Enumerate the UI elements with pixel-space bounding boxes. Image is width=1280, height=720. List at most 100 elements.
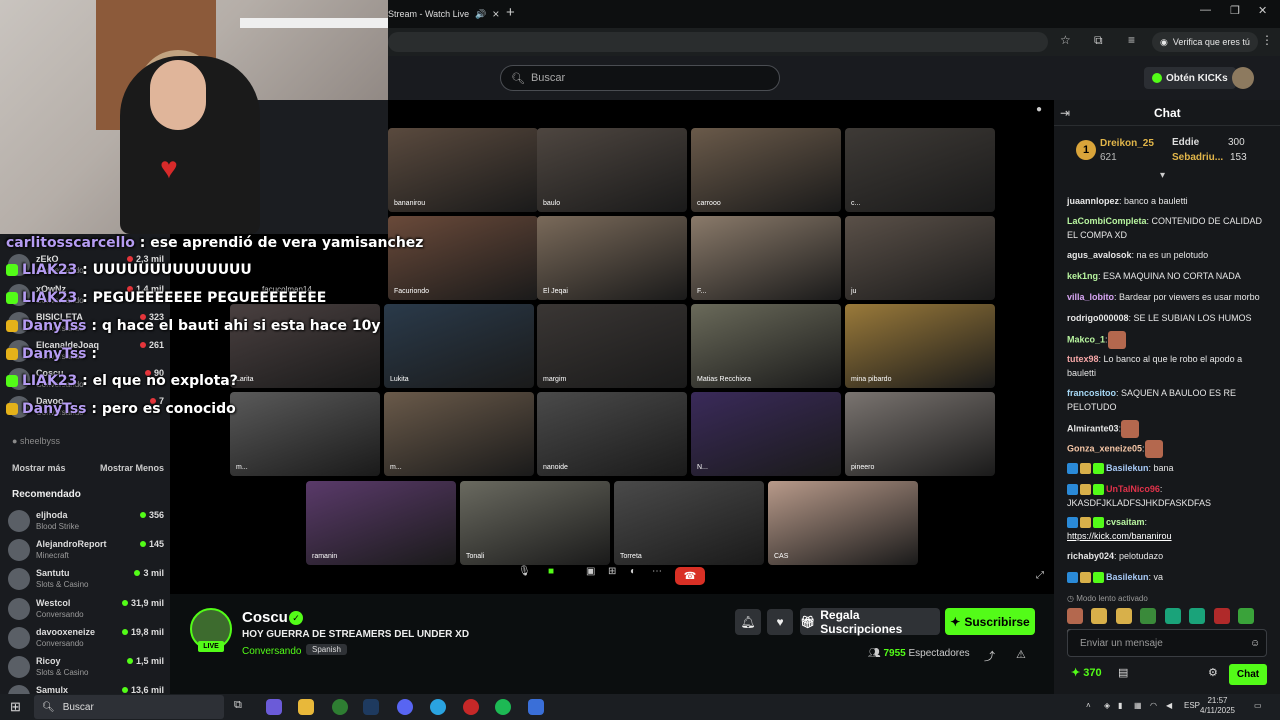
emote-icon[interactable] [1164,608,1181,624]
emote-icon[interactable] [1213,608,1230,624]
keyboard-language[interactable]: ESP [1184,701,1200,710]
chat-username[interactable]: LaCombiCompleta [1067,216,1147,226]
present-icon[interactable]: ▣ [586,566,595,577]
chat-link[interactable]: https://kick.com/bananirou [1067,531,1172,541]
recommended-channel[interactable]: Ricoy Slots & Casino 1,5 mil [8,654,164,682]
stream-category[interactable]: Conversando [242,646,301,657]
app-icon[interactable] [528,699,544,715]
participant-tile[interactable]: pineero [845,392,995,476]
copilot-icon[interactable] [266,699,282,715]
end-call-icon[interactable]: ☎ [675,567,705,585]
tray-mic-icon[interactable]: ▮ [1118,701,1122,710]
send-chat-button[interactable]: Chat [1229,664,1267,685]
chat-username[interactable]: cvsaitam [1106,517,1145,527]
effects-icon[interactable]: ◐ [630,566,636,577]
close-tab-icon[interactable]: × [492,7,499,21]
tray-volume-icon[interactable]: ◀ [1166,701,1172,710]
media-icon[interactable]: ≡ [1128,33,1135,47]
language-tag[interactable]: Spanish [306,644,347,655]
speaker-icon[interactable]: 🔊 [475,9,486,20]
share-icon[interactable]: ⤴ [984,648,995,664]
spotify-icon[interactable] [495,699,511,715]
user-avatar[interactable] [1232,67,1254,89]
task-view-icon[interactable]: ⧉ [234,699,242,712]
chat-username[interactable]: francositoo [1067,388,1116,398]
telegram-icon[interactable] [430,699,446,715]
chat-username[interactable]: richaby024 [1067,551,1114,561]
participant-tile[interactable]: baulo [537,128,687,212]
store-icon[interactable]: ▤ [1118,666,1128,679]
chat-username[interactable]: rodrigo000008 [1067,313,1129,323]
channel-points[interactable]: ✦ 370 [1071,666,1102,679]
recommended-channel[interactable]: davooxeneize Conversando 19,8 mil [8,625,164,653]
microphone-icon[interactable]: 🎙 [518,566,531,577]
participant-tile[interactable]: CAS [768,481,918,565]
chat-username[interactable]: tutex98 [1067,354,1099,364]
expand-leaderboard-icon[interactable]: ▾ [1160,170,1165,181]
steam-icon[interactable] [363,699,379,715]
participant-tile[interactable]: ramanin [306,481,456,565]
file-explorer-icon[interactable] [298,699,314,715]
close-window-icon[interactable]: ✕ [1258,4,1267,17]
participant-tile[interactable]: Torreta [614,481,764,565]
bookmark-star-icon[interactable]: ☆ [1060,33,1071,47]
tray-chevron-icon[interactable]: ˄ [1086,701,1091,710]
participant-tile[interactable]: nanoide [537,392,687,476]
chat-username[interactable]: agus_avalosok [1067,250,1132,260]
chat-username[interactable]: kek1ng [1067,271,1098,281]
collapse-chat-icon[interactable]: ⇥ [1060,106,1070,120]
participant-tile[interactable]: Tonali [460,481,610,565]
chat-bubble-icon[interactable]: ● [1036,104,1042,115]
emoji-icon[interactable]: ☺ [1250,638,1260,649]
offline-channel[interactable]: ● sheelbyss [12,436,60,446]
notification-bell-icon[interactable]: 🔔︎ [735,609,761,635]
obs-icon[interactable] [463,699,479,715]
channel-name[interactable]: Coscu [242,609,288,626]
taskbar-search[interactable]: 🔍︎ Buscar [34,695,224,719]
fullscreen-icon[interactable]: ⤢ [1036,570,1044,581]
emote-icon[interactable] [1238,608,1255,624]
follow-heart-icon[interactable]: ♥ [767,609,793,635]
participant-tile[interactable]: Lukita [384,304,534,388]
address-bar[interactable] [388,32,1048,52]
subscribe-button[interactable]: ✦ Suscribirse [945,608,1035,635]
participant-tile[interactable]: N... [691,392,841,476]
chat-username[interactable]: Gonza_xeneize05 [1067,443,1142,453]
participant-tile[interactable]: ju [845,216,995,300]
extensions-icon[interactable]: ⧉ [1094,33,1103,48]
gifter-3-name[interactable]: Sebadriu... [1172,152,1223,163]
participant-tile[interactable]: F... [691,216,841,300]
participant-tile[interactable]: mina pibardo [845,304,995,388]
discord-icon[interactable] [397,699,413,715]
system-clock[interactable]: 21:57 4/11/2025 [1200,696,1235,716]
chat-username[interactable]: villa_lobito [1067,292,1114,302]
search-input[interactable]: 🔍︎ Buscar [500,65,780,91]
restore-icon[interactable]: ❐ [1230,4,1240,17]
recommended-channel[interactable]: Santutu Slots & Casino 3 mil [8,566,164,594]
participant-tile[interactable]: El Jeqai [537,216,687,300]
chat-username[interactable]: Basilekun [1106,572,1149,582]
chat-username[interactable]: Almirante03 [1067,423,1119,433]
chat-input[interactable]: Enviar un mensaje ☺ [1067,629,1267,657]
participant-tile[interactable]: m... [230,392,380,476]
show-less-button[interactable]: Mostrar Menos [100,463,164,473]
participant-tile[interactable]: m... [384,392,534,476]
chat-username[interactable]: UnTalNico96 [1106,484,1160,494]
emote-icon[interactable] [1189,608,1206,624]
windows-start-icon[interactable]: ⊞ [10,699,21,715]
gifter-2-name[interactable]: Eddie [1172,137,1199,148]
more-options-icon[interactable]: ⋯ [652,566,662,577]
recommended-channel[interactable]: Westcol Conversando 31,9 mil [8,596,164,624]
chrome-icon[interactable] [332,699,348,715]
top-gifter-name[interactable]: Dreikon_25 [1100,138,1154,149]
participant-tile[interactable]: margim [537,304,687,388]
participant-tile[interactable]: Matias Recchiora [691,304,841,388]
get-kicks-button[interactable]: Obtén KICKs [1144,67,1236,89]
emote-icon[interactable] [1067,608,1083,624]
participant-tile[interactable]: c... [845,128,995,212]
show-more-button[interactable]: Mostrar más [12,463,66,473]
notifications-icon[interactable]: ▭ [1254,701,1262,710]
camera-icon[interactable]: ■ [548,566,554,577]
emote-icon[interactable] [1091,608,1108,624]
chat-username[interactable]: Basilekun [1106,463,1149,473]
